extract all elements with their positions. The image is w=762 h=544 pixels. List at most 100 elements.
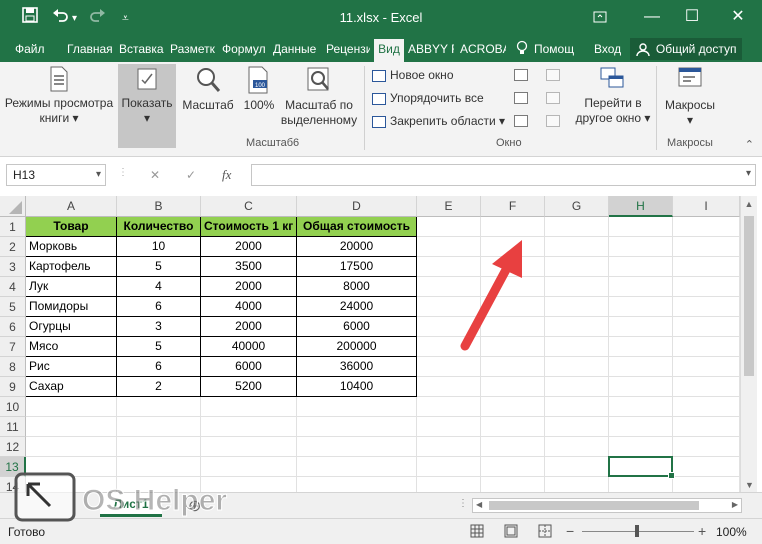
arrange-all-button[interactable]: Упорядочить все	[372, 91, 484, 105]
page-break-view-icon[interactable]	[538, 524, 552, 541]
macros-button[interactable]: Макросы ▾	[660, 66, 720, 128]
empty-cell[interactable]	[545, 317, 609, 337]
column-header-i[interactable]: I	[673, 196, 740, 217]
empty-cell[interactable]	[117, 437, 201, 457]
row-header-1[interactable]: 1	[0, 217, 26, 237]
empty-cell[interactable]	[609, 397, 673, 417]
select-all-corner[interactable]	[0, 196, 26, 217]
cell-c4[interactable]: 2000	[201, 277, 297, 297]
empty-cell[interactable]	[481, 417, 545, 437]
empty-cell[interactable]	[609, 417, 673, 437]
collapse-ribbon-icon[interactable]: ⌃	[745, 138, 754, 151]
cell-c5[interactable]: 4000	[201, 297, 297, 317]
empty-cell[interactable]	[609, 277, 673, 297]
empty-cell[interactable]	[673, 297, 740, 317]
cell-a8[interactable]: Рис	[26, 357, 117, 377]
tab-data[interactable]: Данные	[273, 40, 321, 58]
close-icon[interactable]: ✕	[726, 6, 750, 28]
empty-cell[interactable]	[481, 437, 545, 457]
scroll-right-icon[interactable]: ▶	[732, 500, 738, 509]
row-header-3[interactable]: 3	[0, 257, 26, 277]
empty-cell[interactable]	[673, 217, 740, 237]
empty-cell[interactable]	[609, 437, 673, 457]
empty-cell[interactable]	[545, 337, 609, 357]
empty-cell[interactable]	[673, 357, 740, 377]
column-header-c[interactable]: C	[201, 196, 297, 217]
empty-cell[interactable]	[673, 477, 740, 492]
empty-cell[interactable]	[545, 277, 609, 297]
cell-b9[interactable]: 2	[117, 377, 201, 397]
cell-b1[interactable]: Количество	[117, 217, 201, 237]
cell-a1[interactable]: Товар	[26, 217, 117, 237]
lightbulb-icon[interactable]	[516, 40, 530, 58]
empty-cell[interactable]	[481, 377, 545, 397]
row-header-2[interactable]: 2	[0, 237, 26, 257]
row-header-12[interactable]: 12	[0, 437, 26, 457]
minimize-icon[interactable]: —	[640, 6, 664, 28]
cell-a2[interactable]: Морковь	[26, 237, 117, 257]
empty-cell[interactable]	[545, 257, 609, 277]
empty-cell[interactable]	[609, 377, 673, 397]
enter-icon[interactable]: ✓	[186, 168, 196, 182]
switch-windows-button[interactable]: Перейти в другое окно ▾	[572, 66, 654, 126]
zoom-button[interactable]: Масштаб	[180, 66, 236, 113]
row-header-8[interactable]: 8	[0, 357, 26, 377]
empty-cell[interactable]	[26, 437, 117, 457]
reset-window-position-icon[interactable]	[546, 115, 560, 127]
maximize-icon[interactable]: ☐	[680, 6, 704, 28]
tab-insert[interactable]: Вставка	[119, 40, 165, 58]
empty-cell[interactable]	[609, 237, 673, 257]
cell-c2[interactable]: 2000	[201, 237, 297, 257]
empty-cell[interactable]	[417, 457, 481, 477]
tab-acrobat[interactable]: ACROBA	[460, 40, 506, 58]
formula-bar-handle-icon[interactable]: ⋮	[118, 167, 128, 178]
cell-c6[interactable]: 2000	[201, 317, 297, 337]
zoom-selection-button[interactable]: Масштаб по выделенному	[280, 66, 358, 128]
cancel-icon[interactable]: ✕	[150, 168, 160, 182]
tab-signin[interactable]: Вход	[594, 40, 626, 58]
empty-cell[interactable]	[417, 477, 481, 492]
cell-d7[interactable]: 200000	[297, 337, 417, 357]
zoom-slider-thumb[interactable]	[635, 525, 639, 537]
empty-cell[interactable]	[545, 377, 609, 397]
empty-cell[interactable]	[297, 437, 417, 457]
cell-a6[interactable]: Огурцы	[26, 317, 117, 337]
tab-view[interactable]: Вид	[374, 39, 404, 62]
empty-cell[interactable]	[26, 397, 117, 417]
column-header-a[interactable]: A	[26, 196, 117, 217]
empty-cell[interactable]	[609, 297, 673, 317]
empty-cell[interactable]	[297, 457, 417, 477]
empty-cell[interactable]	[673, 417, 740, 437]
cell-b2[interactable]: 10	[117, 237, 201, 257]
cell-b8[interactable]: 6	[117, 357, 201, 377]
scroll-left-icon[interactable]: ◀	[476, 500, 482, 509]
empty-cell[interactable]	[609, 257, 673, 277]
vertical-scrollbar[interactable]: ▲ ▼	[740, 196, 757, 492]
name-box[interactable]: H13 ▾	[6, 164, 106, 186]
empty-cell[interactable]	[673, 277, 740, 297]
empty-cell[interactable]	[545, 417, 609, 437]
column-header-b[interactable]: B	[117, 196, 201, 217]
horizontal-scroll-thumb[interactable]	[489, 501, 699, 510]
synchronous-scrolling-icon[interactable]	[546, 92, 560, 104]
empty-cell[interactable]	[673, 397, 740, 417]
tab-abbyy[interactable]: ABBYY F	[408, 40, 454, 58]
share-button[interactable]: Общий доступ	[630, 38, 742, 60]
zoom-in-icon[interactable]: +	[698, 523, 706, 539]
expand-formula-icon[interactable]: ▾	[746, 168, 751, 179]
column-header-f[interactable]: F	[481, 196, 545, 217]
tab-page-layout[interactable]: Разметк	[170, 40, 216, 58]
empty-cell[interactable]	[417, 437, 481, 457]
cell-b4[interactable]: 4	[117, 277, 201, 297]
cell-c8[interactable]: 6000	[201, 357, 297, 377]
empty-cell[interactable]	[545, 217, 609, 237]
row-header-11[interactable]: 11	[0, 417, 26, 437]
zoom-100-button[interactable]: 100 100%	[240, 66, 278, 113]
row-header-9[interactable]: 9	[0, 377, 26, 397]
active-cell-selection[interactable]	[608, 456, 675, 479]
cell-d2[interactable]: 20000	[297, 237, 417, 257]
page-layout-view-icon[interactable]	[504, 524, 518, 541]
empty-cell[interactable]	[609, 477, 673, 492]
column-header-e[interactable]: E	[417, 196, 481, 217]
view-modes-button[interactable]: Режимы просмотра книги ▾	[2, 66, 116, 126]
